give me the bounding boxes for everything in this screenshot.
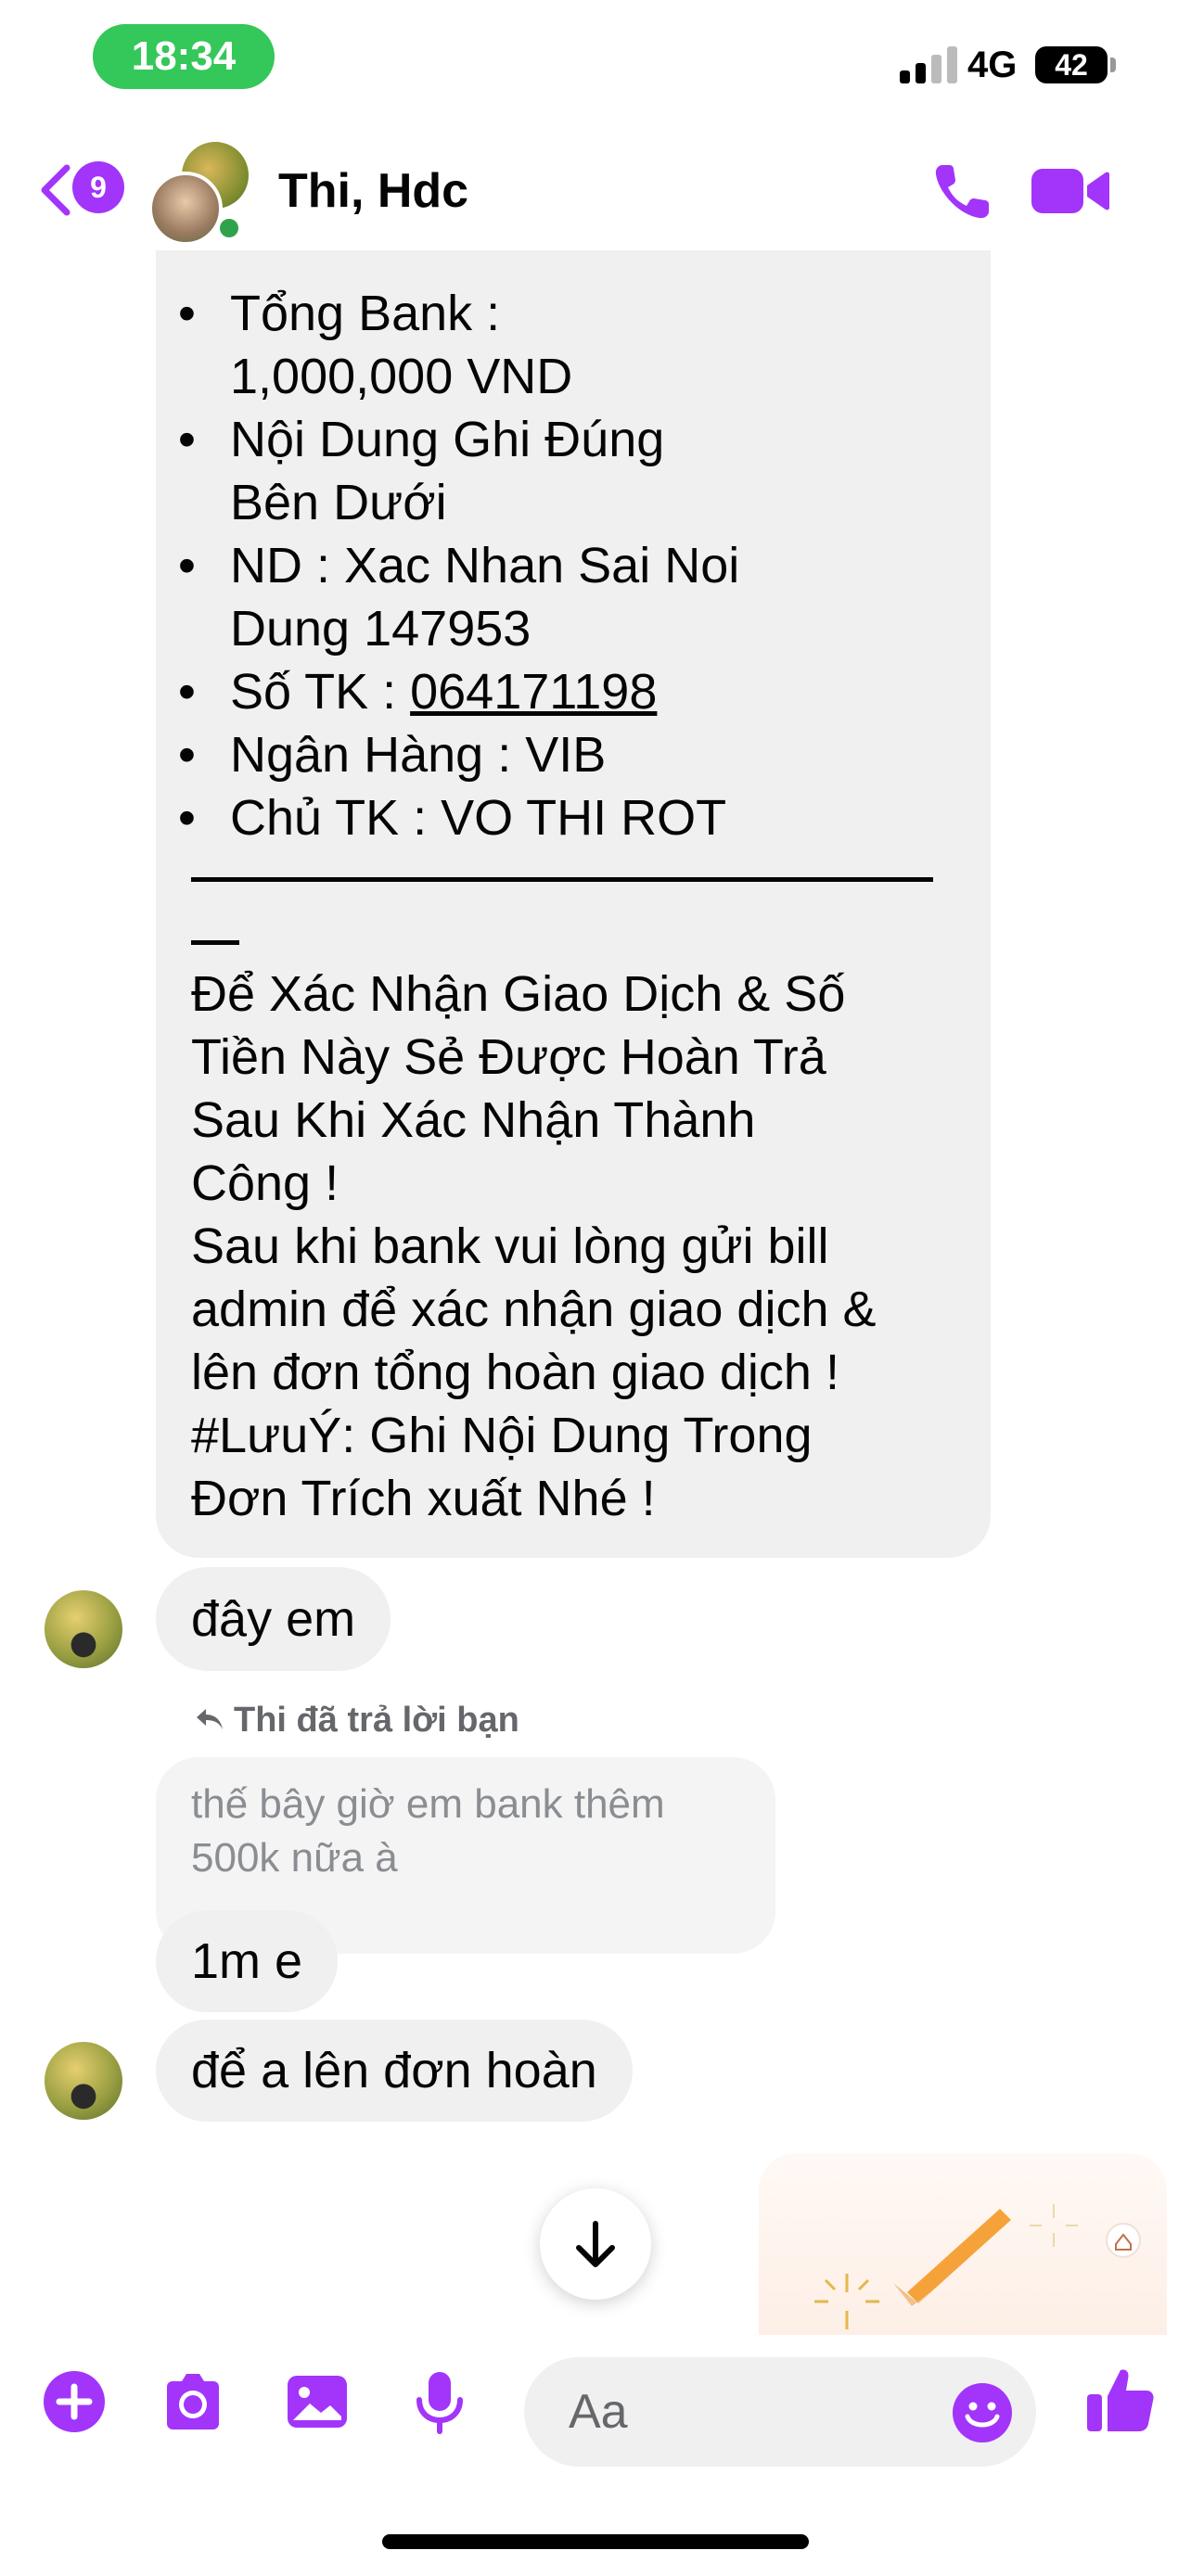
bullet: • [178, 664, 196, 720]
bullet: • [178, 412, 196, 467]
back-icon[interactable] [35, 162, 76, 218]
bullet: • [178, 538, 196, 593]
microphone-icon[interactable] [406, 2368, 473, 2435]
chat-title[interactable]: Thi, Hdc [278, 161, 468, 221]
list-item: • ND : Xac Nhan Sai Noi Dung 147953 [178, 534, 954, 660]
avatar-front [148, 172, 223, 246]
signal-icon [900, 46, 957, 83]
plus-icon[interactable] [41, 2368, 108, 2435]
list-item-text: Tổng Bank : 1,000,000 VND [230, 286, 573, 404]
status-bar: 18:34 4G 42 [0, 0, 1191, 139]
message-bubble-main[interactable]: • Tổng Bank : 1,000,000 VND • Nội Dung G… [156, 250, 991, 1558]
arrow-down-icon [576, 2221, 615, 2267]
chat-header: 9 Thi, Hdc [0, 139, 1191, 250]
account-number-link[interactable]: 064171198 [410, 664, 657, 720]
list-item: • Ngân Hàng : VIB [178, 723, 954, 786]
bullet: • [178, 790, 196, 846]
reply-arrow-icon [197, 1709, 223, 1729]
list-item-text: Ngân Hàng : VIB [230, 727, 607, 783]
bullet: • [178, 727, 196, 783]
bullet: • [178, 286, 196, 341]
message-composer: Aa [0, 2337, 1191, 2485]
message-bubble[interactable]: đây em [156, 1567, 391, 1671]
divider-line [191, 877, 933, 882]
message-input-placeholder: Aa [569, 2385, 628, 2439]
message-input[interactable]: Aa [524, 2357, 1036, 2467]
status-time: 18:34 [93, 24, 275, 89]
network-type: 4G [967, 45, 1018, 85]
list-item: • Nội Dung Ghi Đúng Bên Dưới [178, 408, 954, 534]
online-status-dot [215, 214, 243, 242]
scroll-to-bottom-button[interactable] [540, 2188, 651, 2300]
video-camera-icon[interactable] [1031, 163, 1109, 219]
message-bubble[interactable]: 1m e [156, 1910, 339, 2012]
thumbs-up-icon[interactable] [1083, 2363, 1158, 2437]
camera-icon[interactable] [160, 2368, 226, 2435]
unread-badge[interactable]: 9 [72, 161, 124, 213]
battery-icon: 42 [1035, 46, 1108, 83]
sender-avatar[interactable] [45, 2042, 122, 2120]
phone-icon[interactable] [929, 158, 996, 224]
list-item-text: Chủ TK : VO THI ROT [230, 790, 727, 846]
sender-avatar[interactable] [45, 1590, 122, 1668]
emoji-icon[interactable] [951, 2381, 1014, 2444]
account-label: Số TK : [230, 664, 411, 720]
message-body-text: Để Xác Nhận Giao Dịch & Số Tiền Này Sẻ Đ… [191, 966, 877, 1526]
home-indicator[interactable] [382, 2534, 809, 2549]
reply-label-text: Thi đã trả lời bạn [234, 1701, 519, 1740]
list-item-text: Nội Dung Ghi Đúng Bên Dưới [230, 412, 665, 530]
gallery-icon[interactable] [284, 2368, 351, 2435]
message-bubble[interactable]: để a lên đơn hoàn [156, 2020, 633, 2122]
group-avatar[interactable] [148, 142, 252, 246]
list-item-text: ND : Xac Nhan Sai Noi Dung 147953 [230, 538, 740, 657]
reply-label: Thi đã trả lời bạn [195, 1697, 519, 1743]
list-item: • Tổng Bank : 1,000,000 VND [178, 282, 954, 408]
list-item: • Số TK : 064171198 [178, 660, 954, 723]
battery-tip [1110, 57, 1116, 72]
sticker-illustration [814, 2204, 1141, 2329]
celebration-sticker[interactable] [759, 2153, 1167, 2335]
list-item-text: Số TK : 064171198 [230, 660, 954, 723]
list-item: • Chủ TK : VO THI ROT [178, 786, 954, 849]
divider-line-tail [191, 940, 239, 945]
